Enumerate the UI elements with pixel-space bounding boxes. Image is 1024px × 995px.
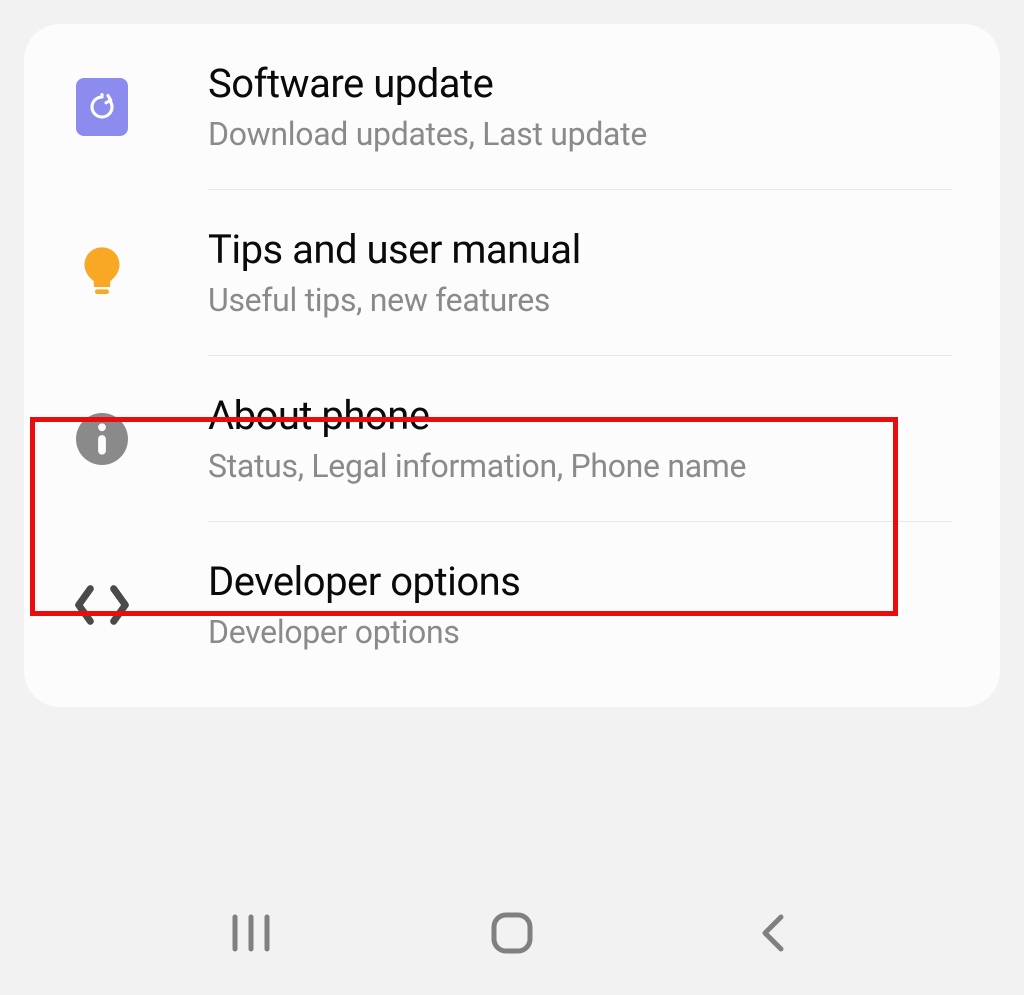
nav-recents-button[interactable] [221, 903, 281, 963]
item-title: About phone [208, 392, 970, 439]
settings-item-tips[interactable]: Tips and user manual Useful tips, new fe… [24, 190, 1000, 355]
item-subtitle: Developer options [208, 613, 970, 651]
update-icon [72, 77, 132, 137]
item-subtitle: Download updates, Last update [208, 115, 970, 153]
nav-back-button[interactable] [743, 903, 803, 963]
item-subtitle: Useful tips, new features [208, 281, 970, 319]
info-icon [72, 409, 132, 469]
item-title: Software update [208, 60, 970, 107]
settings-card: Software update Download updates, Last u… [24, 24, 1000, 707]
item-subtitle: Status, Legal information, Phone name [208, 447, 970, 485]
settings-item-developer-options[interactable]: Developer options Developer options [24, 522, 1000, 687]
item-title: Tips and user manual [208, 226, 970, 273]
navigation-bar [0, 893, 1024, 973]
settings-item-about-phone[interactable]: About phone Status, Legal information, P… [24, 356, 1000, 521]
settings-item-software-update[interactable]: Software update Download updates, Last u… [24, 24, 1000, 189]
lightbulb-icon [72, 243, 132, 303]
code-icon [72, 575, 132, 635]
nav-home-button[interactable] [482, 903, 542, 963]
item-title: Developer options [208, 558, 970, 605]
